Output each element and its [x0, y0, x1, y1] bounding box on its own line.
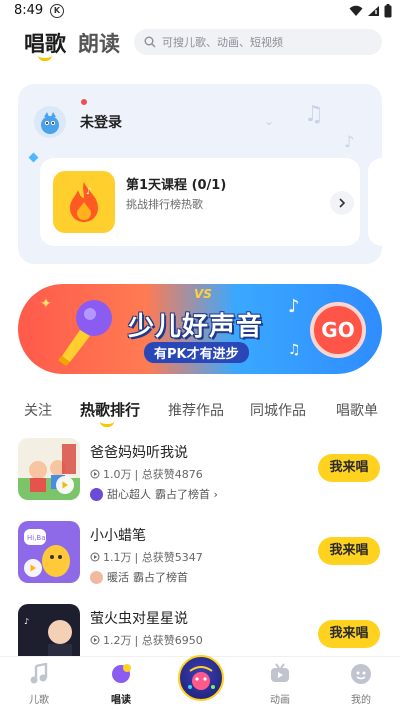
svg-text:♪: ♪ [24, 617, 29, 626]
battery-icon [384, 4, 392, 18]
tab-song-list[interactable]: 唱歌单 [336, 400, 378, 420]
avatar[interactable] [34, 106, 66, 138]
play-count: 1.1万 [103, 551, 132, 564]
wifi-icon [349, 5, 363, 16]
course-next-button[interactable] [330, 191, 354, 215]
song-title: 爸爸妈妈听我说 [90, 445, 188, 461]
course-card-next[interactable] [368, 158, 382, 246]
sing-button[interactable]: 我来唱 [318, 620, 380, 648]
tv-icon [267, 661, 293, 687]
play-count-icon [90, 635, 100, 645]
song-title: 小小蜡笔 [90, 528, 146, 544]
category-tabs: 关注 热歌排行 推荐作品 同城作品 唱歌单 [0, 396, 400, 430]
list-item[interactable]: 爸爸妈妈听我说 1.0万 | 总获赞4876 甜心超人 霸占了榜首 › 我来唱 [0, 438, 400, 524]
default-avatar-icon [34, 106, 66, 138]
tab-sing[interactable]: 唱歌 [24, 28, 66, 58]
rank-holder[interactable]: 甜心超人 霸占了榜首 › [90, 486, 218, 502]
chevron-right-icon [339, 198, 346, 208]
rank-text: 霸占了榜首 [133, 571, 188, 584]
nav-center-button[interactable] [178, 655, 224, 701]
status-time: 8:49 [14, 3, 44, 18]
tab-local[interactable]: 同城作品 [250, 400, 306, 420]
banner-title: 少儿好声音 [128, 312, 264, 342]
tab-recommended[interactable]: 推荐作品 [168, 400, 224, 420]
like-count: | 总获赞5347 [134, 551, 203, 564]
course-title: 第1天课程 (0/1) [126, 178, 227, 193]
status-icons [349, 4, 392, 18]
tab-follow[interactable]: 关注 [24, 400, 52, 420]
banner-subtitle: 有PK才有进步 [144, 342, 249, 363]
tab-read[interactable]: 朗读 [78, 28, 120, 58]
sing-read-icon [108, 661, 134, 687]
banner-vs: VS [194, 287, 212, 301]
play-count-icon [90, 552, 100, 562]
profile-face-icon [348, 661, 374, 687]
song-cover[interactable]: Hi,Baby [18, 521, 80, 583]
music-note-icon [26, 661, 52, 687]
signal-icon [368, 6, 379, 16]
play-icon[interactable] [24, 559, 42, 577]
planet-badge-icon [188, 666, 215, 690]
nav-item-songs[interactable]: 儿歌 [14, 661, 64, 706]
like-count: | 总获赞6950 [134, 634, 203, 647]
song-stats: 1.2万 | 总获赞6950 [90, 632, 203, 648]
voice-contest-banner[interactable]: ✦ ♪ ♫ VS 少儿好声音 有PK才有进步 GO [18, 284, 382, 374]
play-count-icon [90, 469, 100, 479]
daily-course-panel: 未登录 ♫ ♪ ⌄ ♪ 第1天课程 (0/1) 挑战排行榜热歌 [18, 84, 382, 264]
svg-text:Hi,Baby: Hi,Baby [27, 534, 54, 542]
music-note-icon: ♪ [344, 132, 355, 151]
sing-button[interactable]: 我来唱 [318, 454, 380, 482]
course-card[interactable]: ♪ 第1天课程 (0/1) 挑战排行榜热歌 [40, 158, 360, 246]
rank-user: 甜心超人 [107, 488, 151, 501]
tab-hot-songs[interactable]: 热歌排行 [80, 399, 140, 420]
bottom-nav: 儿歌 唱读 动画 我的 [0, 655, 400, 710]
nav-label: 动画 [270, 695, 290, 706]
status-bar: 8:49 K [0, 0, 400, 24]
microphone-icon [58, 300, 112, 366]
k-badge-icon: K [50, 4, 64, 18]
sparkle-icon: ✦ [40, 296, 52, 312]
tab-active-indicator [38, 55, 52, 61]
course-subtitle: 挑战排行榜热歌 [126, 198, 203, 211]
music-note-icon: ♪ [288, 296, 300, 317]
tab-active-indicator [100, 421, 114, 427]
music-note-icon: ♫ [288, 342, 301, 358]
banner-go-button[interactable]: GO [310, 302, 366, 358]
song-stats: 1.1万 | 总获赞5347 [90, 549, 203, 565]
diamond-icon [28, 152, 39, 163]
music-note-icon: ♫ [304, 102, 324, 127]
sing-button[interactable]: 我来唱 [318, 537, 380, 565]
fire-icon: ♪ [53, 171, 115, 233]
search-icon [144, 36, 156, 48]
song-cover[interactable] [18, 438, 80, 500]
rank-text: 霸占了榜首 › [155, 488, 218, 501]
play-count: 1.2万 [103, 634, 132, 647]
login-status[interactable]: 未登录 [80, 112, 122, 132]
chevron-deco-icon: ⌄ [264, 114, 275, 128]
nav-label: 儿歌 [29, 695, 49, 706]
avatar [90, 570, 103, 584]
song-stats: 1.0万 | 总获赞4876 [90, 466, 203, 482]
nav-item-animation[interactable]: 动画 [255, 661, 305, 706]
notification-dot [81, 99, 87, 105]
nav-label: 我的 [351, 695, 371, 706]
svg-text:♪: ♪ [86, 187, 92, 197]
search-placeholder: 可搜儿歌、动画、短视频 [162, 36, 283, 49]
play-icon[interactable] [56, 476, 74, 494]
avatar [90, 487, 103, 501]
nav-item-profile[interactable]: 我的 [336, 661, 386, 706]
song-title: 萤火虫对星星说 [90, 611, 188, 627]
like-count: | 总获赞4876 [134, 468, 203, 481]
search-input[interactable]: 可搜儿歌、动画、短视频 [134, 29, 382, 55]
rank-holder[interactable]: 暖活 霸占了榜首 [90, 569, 188, 585]
list-item[interactable]: Hi,Baby 小小蜡笔 1.1万 | 总获赞5347 暖活 霸占了榜首 我来唱 [0, 521, 400, 607]
nav-label: 唱读 [111, 695, 131, 706]
play-count: 1.0万 [103, 468, 132, 481]
rank-user: 暖活 [107, 571, 129, 584]
nav-item-sing-read[interactable]: 唱读 [96, 661, 146, 706]
